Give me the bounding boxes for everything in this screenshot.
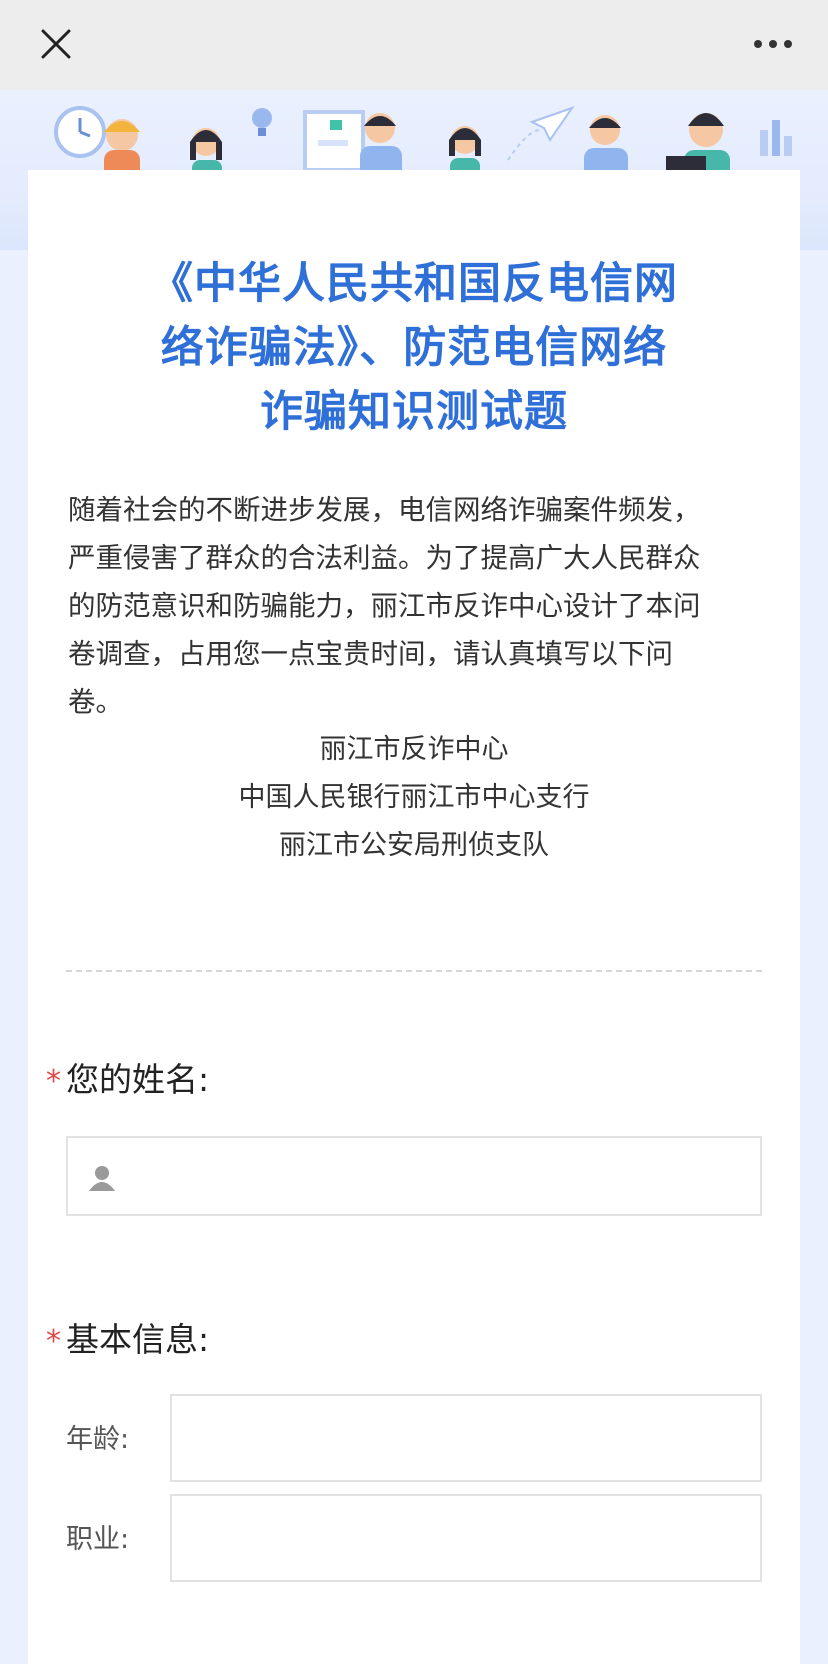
person-icon [89,1166,115,1191]
survey-intro: 随着社会的不断进步发展，电信网络诈骗案件频发， 严重侵害了群众的合法利益。为了提… [68,486,768,726]
title-line: 诈骗知识测试题 [260,387,568,437]
name-question-label: 您的姓名: [66,1060,210,1099]
survey-title: 《中华人民共和国反电信网 络诈骗法》、防范电信网络 诈骗知识测试题 [70,252,758,444]
intro-line: 卷调查，占用您一点宝贵时间，请认真填写以下问 [68,638,673,670]
intro-line: 严重侵害了群众的合法利益。为了提高广大人民群众 [68,542,701,574]
title-line: 《中华人民共和国反电信网 [150,259,678,309]
required-mark: * [46,1324,61,1359]
close-icon [41,29,71,59]
signature-pboc-branch: 中国人民银行丽江市中心支行 [238,782,590,813]
title-line: 络诈骗法》、防范电信网络 [160,323,668,373]
top-bar [0,0,828,90]
basic-info-label: 基本信息: [66,1320,210,1359]
name-input[interactable] [66,1136,762,1216]
intro-line: 随着社会的不断进步发展，电信网络诈骗案件频发， [68,494,701,526]
intro-line: 卷。 [68,686,123,718]
age-input[interactable] [170,1394,762,1482]
signature-anti-fraud-center: 丽江市反诈中心 [319,734,509,765]
age-label: 年龄: [66,1424,130,1455]
occupation-input[interactable] [170,1494,762,1582]
more-button[interactable] [748,26,798,62]
section-divider [66,970,762,972]
occupation-label: 职业: [66,1524,130,1555]
intro-line: 的防范意识和防骗能力，丽江市反诈中心设计了本问 [68,590,701,622]
close-button[interactable] [36,24,76,64]
required-mark: * [46,1064,61,1099]
more-dots-icon [754,40,792,48]
signature-police-detachment: 丽江市公安局刑侦支队 [279,830,549,861]
